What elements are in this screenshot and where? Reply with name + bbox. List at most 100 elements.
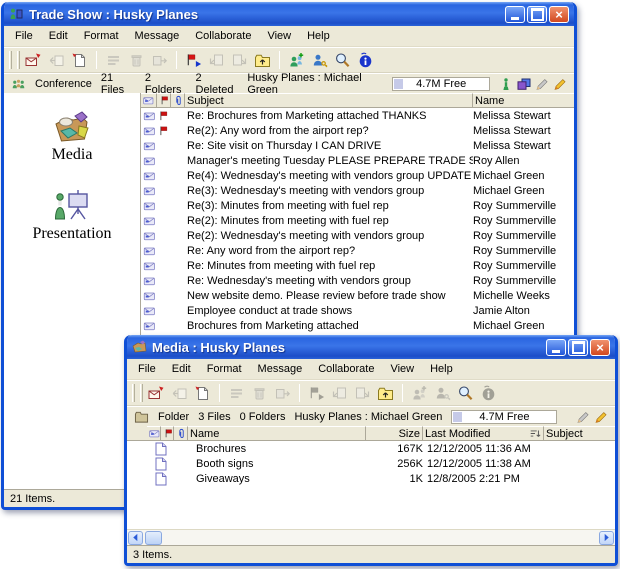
presence-icon[interactable] <box>499 77 513 91</box>
flag-icon <box>157 110 171 122</box>
sidebar-item-presentation[interactable]: Presentation <box>32 188 111 243</box>
new-message-button[interactable] <box>22 50 45 71</box>
view-properties-button[interactable] <box>225 383 248 404</box>
menu-message[interactable]: Message <box>250 361 311 377</box>
column-header-envelope[interactable] <box>141 93 157 107</box>
pages-icon[interactable] <box>517 77 531 91</box>
parent-folder-icon <box>377 385 394 402</box>
file-row[interactable]: Booth signs256K12/12/2005 11:38 AM <box>127 456 615 471</box>
column-header-attachment[interactable] <box>171 93 185 107</box>
toolbar-grip[interactable] <box>132 384 135 402</box>
menu-format[interactable]: Format <box>199 361 250 377</box>
scroll-right-button[interactable] <box>599 531 614 545</box>
menu-help[interactable]: Help <box>299 28 338 44</box>
sidebar-item-media[interactable]: Media <box>52 109 93 164</box>
message-row[interactable]: Re(2): Wednesday's meeting with vendors … <box>141 228 574 243</box>
message-row[interactable]: Brochures from Marketing attachedMichael… <box>141 318 574 333</box>
column-header-envelope[interactable] <box>147 426 161 440</box>
column-header-name[interactable]: Name <box>188 426 366 440</box>
minimize-button[interactable] <box>505 6 525 23</box>
reply-original-button[interactable] <box>328 383 351 404</box>
menu-file[interactable]: File <box>130 361 164 377</box>
new-document-button[interactable] <box>68 50 91 71</box>
column-header-flag[interactable] <box>157 93 171 107</box>
unsubscribe-button[interactable] <box>148 50 171 71</box>
message-row[interactable]: Re: Site visit on Thursday I CAN DRIVEMe… <box>141 138 574 153</box>
menu-message[interactable]: Message <box>127 28 188 44</box>
file-row[interactable]: Brochures167K12/12/2005 11:36 AM <box>127 441 615 456</box>
pencil-yellow-icon[interactable] <box>594 410 608 424</box>
column-header-name[interactable]: Name <box>473 93 574 107</box>
menu-collaborate[interactable]: Collaborate <box>310 361 382 377</box>
message-row[interactable]: Employee conduct at trade showsJamie Alt… <box>141 303 574 318</box>
message-icon <box>141 185 157 197</box>
column-header-subject[interactable]: Subject <box>185 93 473 107</box>
menu-collaborate[interactable]: Collaborate <box>187 28 259 44</box>
message-row[interactable]: Re(3): Minutes from meeting with fuel re… <box>141 198 574 213</box>
menu-file[interactable]: File <box>7 28 41 44</box>
column-header-size[interactable]: Size <box>366 426 423 440</box>
minimize-button[interactable] <box>546 339 566 356</box>
permissions-button[interactable] <box>308 50 331 71</box>
message-row[interactable]: Re(2): Any word from the airport rep?Mel… <box>141 123 574 138</box>
info-button[interactable] <box>354 50 377 71</box>
trade-show-title-bar[interactable]: Trade Show : Husky Planes × <box>4 2 574 26</box>
column-header-attachment[interactable] <box>174 426 188 440</box>
info-button[interactable] <box>477 383 500 404</box>
search-button[interactable] <box>331 50 354 71</box>
new-document-button[interactable] <box>191 383 214 404</box>
pencil-gray-icon[interactable] <box>576 410 590 424</box>
menu-view[interactable]: View <box>382 361 422 377</box>
file-row[interactable]: Giveaways1K12/8/2005 2:21 PM <box>127 471 615 486</box>
column-header-subject[interactable]: Subject <box>544 426 615 440</box>
message-row[interactable]: Re(4): Wednesday's meeting with vendors … <box>141 168 574 183</box>
file-list-header: NameSizeLast ModifiedSubject <box>127 426 615 441</box>
reply-original-button[interactable] <box>205 50 228 71</box>
reply-button[interactable] <box>168 383 191 404</box>
media-title-bar[interactable]: Media : Husky Planes × <box>127 335 615 359</box>
search-button[interactable] <box>454 383 477 404</box>
forward-button[interactable] <box>351 383 374 404</box>
menu-format[interactable]: Format <box>76 28 127 44</box>
delete-button[interactable] <box>248 383 271 404</box>
message-row[interactable]: Re: Minutes from meeting with fuel repRo… <box>141 258 574 273</box>
unsubscribe-button[interactable] <box>271 383 294 404</box>
flag-toolbar-button[interactable] <box>182 50 205 71</box>
flag-toolbar-button[interactable] <box>305 383 328 404</box>
menu-help[interactable]: Help <box>422 361 461 377</box>
message-row[interactable]: Re: Wednesday's meeting with vendors gro… <box>141 273 574 288</box>
message-row[interactable]: Re(3): Wednesday's meeting with vendors … <box>141 183 574 198</box>
reply-original-icon <box>208 52 225 69</box>
add-member-button[interactable] <box>285 50 308 71</box>
close-button[interactable]: × <box>590 339 610 356</box>
view-properties-button[interactable] <box>102 50 125 71</box>
menu-edit[interactable]: Edit <box>41 28 76 44</box>
forward-button[interactable] <box>228 50 251 71</box>
reply-button[interactable] <box>45 50 68 71</box>
message-row[interactable]: New website demo. Please review before t… <box>141 288 574 303</box>
menu-view[interactable]: View <box>259 28 299 44</box>
message-row[interactable]: Re(2): Minutes from meeting with fuel re… <box>141 213 574 228</box>
parent-folder-button[interactable] <box>251 50 274 71</box>
toolbar-grip[interactable] <box>9 51 12 69</box>
message-row[interactable]: Re: Brochures from Marketing attached TH… <box>141 108 574 123</box>
column-header-flag[interactable] <box>161 426 174 440</box>
maximize-button[interactable] <box>568 339 588 356</box>
new-message-button[interactable] <box>145 383 168 404</box>
add-member-button[interactable] <box>408 383 431 404</box>
column-header-last-modified[interactable]: Last Modified <box>423 426 544 440</box>
menu-edit[interactable]: Edit <box>164 361 199 377</box>
message-row[interactable]: Manager's meeting Tuesday PLEASE PREPARE… <box>141 153 574 168</box>
parent-folder-button[interactable] <box>374 383 397 404</box>
scroll-left-button[interactable] <box>128 531 143 545</box>
delete-button[interactable] <box>125 50 148 71</box>
maximize-button[interactable] <box>527 6 547 23</box>
pencil-yellow-icon[interactable] <box>553 77 567 91</box>
toolbar-grip[interactable] <box>17 51 20 69</box>
close-button[interactable]: × <box>549 6 569 23</box>
toolbar-grip[interactable] <box>140 384 143 402</box>
permissions-button[interactable] <box>431 383 454 404</box>
pencil-gray-icon[interactable] <box>535 77 549 91</box>
message-row[interactable]: Re: Any word from the airport rep?Roy Su… <box>141 243 574 258</box>
scrollbar-thumb[interactable] <box>145 531 162 545</box>
